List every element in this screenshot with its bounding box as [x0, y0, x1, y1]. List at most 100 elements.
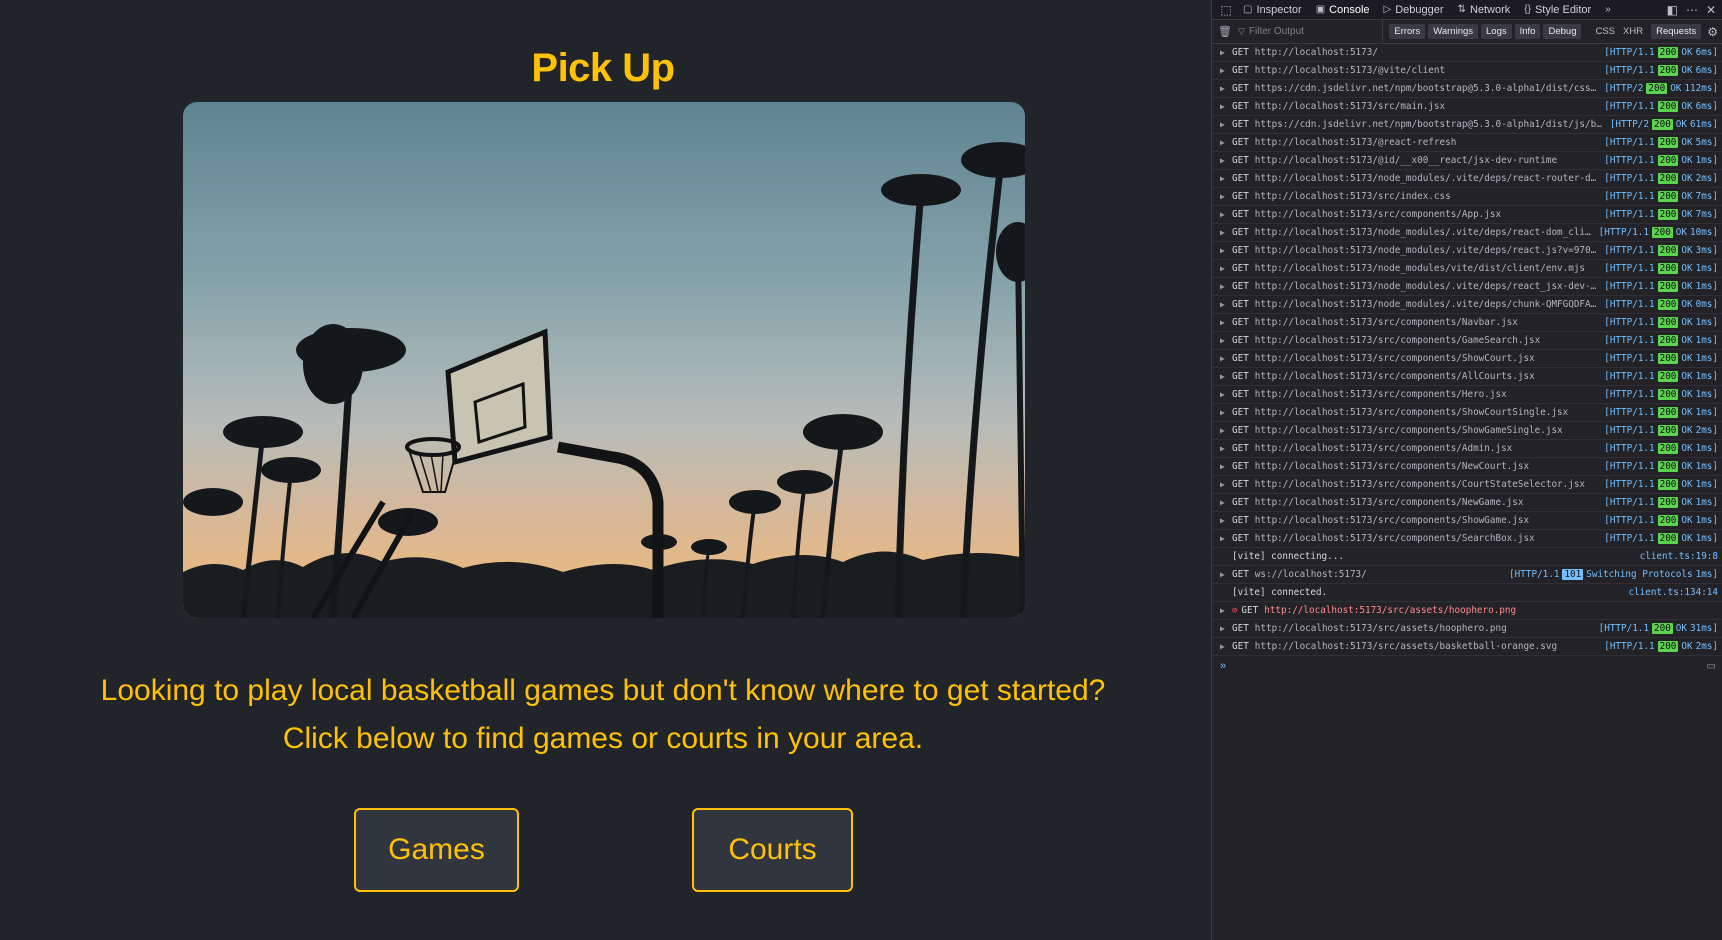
expand-arrow-icon[interactable]: ▶ — [1220, 66, 1232, 75]
trash-icon[interactable]: 🗑 — [1218, 25, 1232, 38]
expand-arrow-icon[interactable]: ▶ — [1220, 480, 1232, 489]
request-url[interactable]: http://localhost:5173/@vite/client — [1255, 65, 1600, 76]
courts-button[interactable]: Courts — [692, 808, 853, 892]
expand-arrow-icon[interactable]: ▶ — [1220, 408, 1232, 417]
log-row[interactable]: ▶ ⊘ GET http://localhost:5173/src/assets/ho… — [1212, 602, 1722, 620]
request-url[interactable]: http://localhost:5173/src/components/New… — [1255, 461, 1600, 472]
expand-arrow-icon[interactable]: ▶ — [1220, 354, 1232, 363]
log-row[interactable]: [vite] connecting... client.ts:19:8 — [1212, 548, 1722, 566]
log-row[interactable]: ▶ GET http://localhost:5173/src/assets/bas… — [1212, 638, 1722, 656]
filter-debug[interactable]: Debug — [1543, 24, 1582, 39]
request-url[interactable]: http://localhost:5173/src/main.jsx — [1255, 101, 1600, 112]
source-link[interactable]: client.ts:19:8 — [1640, 551, 1718, 562]
request-url[interactable]: http://localhost:5173/src/components/All… — [1255, 371, 1600, 382]
expand-arrow-icon[interactable]: ▶ — [1220, 246, 1232, 255]
expand-arrow-icon[interactable]: ▶ — [1220, 318, 1232, 327]
expand-arrow-icon[interactable]: ▶ — [1220, 498, 1232, 507]
request-url[interactable]: http://localhost:5173/src/components/Adm… — [1255, 443, 1600, 454]
request-url[interactable]: https://cdn.jsdelivr.net/npm/bootstrap@5… — [1255, 83, 1600, 94]
expand-arrow-icon[interactable]: ▶ — [1220, 174, 1232, 183]
filter-warnings[interactable]: Warnings — [1428, 24, 1479, 39]
log-row[interactable]: ▶ GET http://localhost:5173/src/components… — [1212, 206, 1722, 224]
request-url[interactable]: http://localhost:5173/node_modules/.vite… — [1255, 281, 1600, 292]
log-row[interactable]: ▶ GET http://localhost:5173/src/components… — [1212, 494, 1722, 512]
log-row[interactable]: ▶ GET http://localhost:5173/src/components… — [1212, 404, 1722, 422]
log-row[interactable]: [vite] connected. client.ts:134:14 — [1212, 584, 1722, 602]
expand-arrow-icon[interactable]: ▶ — [1220, 426, 1232, 435]
request-url[interactable]: http://localhost:5173/src/components/Sho… — [1255, 353, 1600, 364]
log-row[interactable]: ▶ GET http://localhost:5173/@vite/client [H… — [1212, 62, 1722, 80]
filter-errors[interactable]: Errors — [1389, 24, 1426, 39]
filter-logs[interactable]: Logs — [1481, 24, 1512, 39]
expand-arrow-icon[interactable]: ▶ — [1220, 570, 1232, 579]
log-row[interactable]: ▶ GET http://localhost:5173/node_modules/.… — [1212, 224, 1722, 242]
more-tabs-button[interactable]: » — [1598, 0, 1618, 20]
log-row[interactable]: ▶ GET http://localhost:5173/src/components… — [1212, 458, 1722, 476]
request-url[interactable]: http://localhost:5173/src/components/New… — [1255, 497, 1600, 508]
log-row[interactable]: ▶ GET http://localhost:5173/src/components… — [1212, 530, 1722, 548]
split-console-icon[interactable]: ▭ — [1707, 661, 1716, 672]
log-row[interactable]: ▶ GET http://localhost:5173/src/components… — [1212, 476, 1722, 494]
log-row[interactable]: ▶ GET http://localhost:5173/@react-refresh… — [1212, 134, 1722, 152]
log-row[interactable]: ▶ GET http://localhost:5173/src/components… — [1212, 512, 1722, 530]
expand-arrow-icon[interactable]: ▶ — [1220, 282, 1232, 291]
expand-arrow-icon[interactable]: ▶ — [1220, 228, 1232, 237]
request-url[interactable]: https://cdn.jsdelivr.net/npm/bootstrap@5… — [1255, 119, 1606, 130]
more-options-icon[interactable]: ⋯ — [1686, 3, 1698, 17]
request-url[interactable]: http://localhost:5173/node_modules/.vite… — [1255, 299, 1600, 310]
request-url[interactable]: http://localhost:5173/node_modules/.vite… — [1255, 173, 1600, 184]
tab-console[interactable]: ▣ Console — [1309, 0, 1377, 20]
request-url[interactable]: http://localhost:5173/src/components/Gam… — [1255, 335, 1600, 346]
expand-arrow-icon[interactable]: ▶ — [1220, 642, 1232, 651]
filter-xhr[interactable]: XHR — [1623, 26, 1643, 37]
log-row[interactable]: ▶ GET http://localhost:5173/src/components… — [1212, 350, 1722, 368]
expand-arrow-icon[interactable]: ▶ — [1220, 624, 1232, 633]
request-url[interactable]: http://localhost:5173/src/components/Sho… — [1255, 425, 1600, 436]
close-icon[interactable]: ✕ — [1706, 3, 1716, 17]
games-button[interactable]: Games — [354, 808, 519, 892]
request-url[interactable]: http://localhost:5173/src/assets/hoopher… — [1255, 623, 1595, 634]
log-row[interactable]: ▶ GET http://localhost:5173/src/components… — [1212, 440, 1722, 458]
log-row[interactable]: ▶ GET http://localhost:5173/node_modules/.… — [1212, 170, 1722, 188]
expand-arrow-icon[interactable]: ▶ — [1220, 84, 1232, 93]
tab-network[interactable]: ⇅ Network — [1451, 0, 1518, 20]
log-row[interactable]: ▶ GET https://cdn.jsdelivr.net/npm/bootstr… — [1212, 80, 1722, 98]
request-url[interactable]: http://localhost:5173/node_modules/.vite… — [1255, 245, 1600, 256]
expand-arrow-icon[interactable]: ▶ — [1220, 300, 1232, 309]
expand-arrow-icon[interactable]: ▶ — [1220, 606, 1232, 615]
filter-requests[interactable]: Requests — [1651, 24, 1702, 39]
expand-arrow-icon[interactable]: ▶ — [1220, 462, 1232, 471]
log-row[interactable]: ▶ GET http://localhost:5173/node_modules/.… — [1212, 278, 1722, 296]
expand-arrow-icon[interactable]: ▶ — [1220, 264, 1232, 273]
log-row[interactable]: ▶ GET ws://localhost:5173/ [HTTP/1.1 101 Swit… — [1212, 566, 1722, 584]
log-row[interactable]: ▶ GET http://localhost:5173/node_modules/.… — [1212, 242, 1722, 260]
request-url[interactable]: ws://localhost:5173/ — [1255, 569, 1505, 580]
expand-arrow-icon[interactable]: ▶ — [1220, 156, 1232, 165]
request-url[interactable]: http://localhost:5173/src/assets/basketb… — [1255, 641, 1600, 652]
log-row[interactable]: ▶ GET http://localhost:5173/src/components… — [1212, 386, 1722, 404]
expand-arrow-icon[interactable]: ▶ — [1220, 516, 1232, 525]
source-link[interactable]: client.ts:134:14 — [1628, 587, 1718, 598]
expand-arrow-icon[interactable]: ▶ — [1220, 336, 1232, 345]
tab-style-editor[interactable]: {} Style Editor — [1517, 0, 1598, 20]
expand-arrow-icon[interactable]: ▶ — [1220, 444, 1232, 453]
console-input[interactable]: » ▭ — [1212, 656, 1722, 676]
request-url[interactable]: http://localhost:5173/src/components/Sho… — [1255, 407, 1600, 418]
log-row[interactable]: ▶ GET http://localhost:5173/src/assets/hoo… — [1212, 620, 1722, 638]
log-row[interactable]: ▶ GET http://localhost:5173/src/components… — [1212, 332, 1722, 350]
log-row[interactable]: ▶ GET http://localhost:5173/ [HTTP/1.1 200 OK… — [1212, 44, 1722, 62]
expand-arrow-icon[interactable]: ▶ — [1220, 138, 1232, 147]
request-url[interactable]: http://localhost:5173/src/assets/hoopher… — [1264, 605, 1718, 616]
request-url[interactable]: http://localhost:5173/src/components/Cou… — [1255, 479, 1600, 490]
expand-arrow-icon[interactable]: ▶ — [1220, 372, 1232, 381]
log-row[interactable]: ▶ GET http://localhost:5173/src/components… — [1212, 314, 1722, 332]
log-row[interactable]: ▶ GET https://cdn.jsdelivr.net/npm/bootstr… — [1212, 116, 1722, 134]
tab-debugger[interactable]: ▷ Debugger — [1377, 0, 1451, 20]
tab-inspector[interactable]: ▢ Inspector — [1236, 0, 1309, 20]
request-url[interactable]: http://localhost:5173/src/index.css — [1255, 191, 1600, 202]
element-picker-icon[interactable]: ⬚ — [1216, 3, 1236, 17]
expand-arrow-icon[interactable]: ▶ — [1220, 210, 1232, 219]
request-url[interactable]: http://localhost:5173/src/components/Nav… — [1255, 317, 1600, 328]
request-url[interactable]: http://localhost:5173/src/components/Sea… — [1255, 533, 1600, 544]
log-row[interactable]: ▶ GET http://localhost:5173/src/components… — [1212, 422, 1722, 440]
